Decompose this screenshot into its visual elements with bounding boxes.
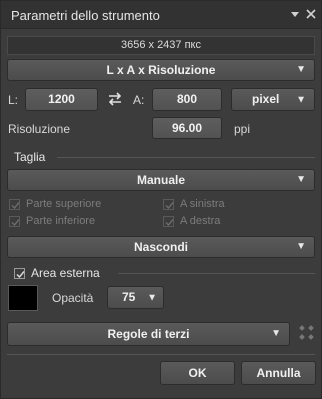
checkbox-bottom[interactable]: Parte inferiore xyxy=(9,215,95,227)
resolution-unit: ppi xyxy=(234,122,251,136)
chevron-down-icon: ▼ xyxy=(271,328,281,339)
visibility-select-value: Nascondi xyxy=(133,240,188,254)
footer-divider xyxy=(7,354,315,355)
section-divider xyxy=(57,157,315,158)
width-label: L: xyxy=(8,93,19,107)
checkbox-box xyxy=(14,267,25,279)
mode-select-value: L x A x Risoluzione xyxy=(106,63,216,77)
chevron-down-icon: ▼ xyxy=(296,64,306,75)
checkbox-right[interactable]: A destra xyxy=(163,215,220,227)
opacity-label: Opacità xyxy=(52,291,94,305)
opacity-select-value: 75 xyxy=(122,290,136,304)
tool-parameters-panel: Parametri dello strumento 3656 x 2437 пк… xyxy=(0,0,322,399)
title-bar[interactable]: Parametri dello strumento xyxy=(1,1,321,29)
chevron-down-icon: ▼ xyxy=(296,241,306,252)
outer-area-color-swatch[interactable] xyxy=(8,285,38,311)
ok-button[interactable]: OK xyxy=(160,361,235,385)
chevron-down-icon: ▼ xyxy=(147,292,157,303)
checkbox-box xyxy=(163,215,174,227)
checkbox-label: A destra xyxy=(180,215,221,227)
checkbox-label: A sinistra xyxy=(180,198,225,210)
chevron-down-icon: ▼ xyxy=(296,94,306,105)
unit-select-value: pixel xyxy=(252,92,280,106)
guides-select[interactable]: Regole di terzi ▼ xyxy=(7,322,290,346)
guides-select-value: Regole di terzi xyxy=(107,327,190,341)
chevron-down-icon: ▼ xyxy=(296,174,306,185)
outer-area-label: Area esterna xyxy=(31,266,100,280)
image-size-readout: 3656 x 2437 пкс xyxy=(7,36,315,55)
outer-area-checkbox[interactable]: Area esterna xyxy=(14,266,100,280)
unit-select[interactable]: pixel ▼ xyxy=(231,88,315,111)
opacity-select[interactable]: 75 ▼ xyxy=(107,286,164,309)
crop-section-heading: Taglia xyxy=(14,150,46,164)
grip-icon[interactable] xyxy=(298,324,318,344)
resolution-input[interactable]: 96.00 xyxy=(152,117,222,139)
section-divider xyxy=(118,273,315,274)
checkbox-box xyxy=(9,198,20,210)
cancel-button[interactable]: Annulla xyxy=(241,361,316,385)
checkbox-left[interactable]: A sinistra xyxy=(163,198,225,210)
checkbox-box xyxy=(9,215,20,227)
checkbox-label: Parte superiore xyxy=(26,198,102,210)
swap-dimensions-icon[interactable] xyxy=(105,89,125,109)
checkbox-top[interactable]: Parte superiore xyxy=(9,198,101,210)
crop-mode-value: Manuale xyxy=(136,173,185,187)
checkbox-label: Parte inferiore xyxy=(26,215,96,227)
height-input[interactable]: 800 xyxy=(152,88,222,111)
close-icon[interactable] xyxy=(303,6,319,22)
checkbox-box xyxy=(163,198,174,210)
width-input[interactable]: 1200 xyxy=(25,88,98,111)
crop-mode-select[interactable]: Manuale ▼ xyxy=(7,169,315,191)
height-label: A: xyxy=(133,93,145,107)
visibility-select[interactable]: Nascondi ▼ xyxy=(7,236,315,258)
panel-title: Parametri dello strumento xyxy=(11,8,160,23)
menu-dropdown-icon[interactable] xyxy=(287,6,303,22)
resolution-label: Risoluzione xyxy=(8,122,71,136)
mode-select[interactable]: L x A x Risoluzione ▼ xyxy=(7,59,315,81)
